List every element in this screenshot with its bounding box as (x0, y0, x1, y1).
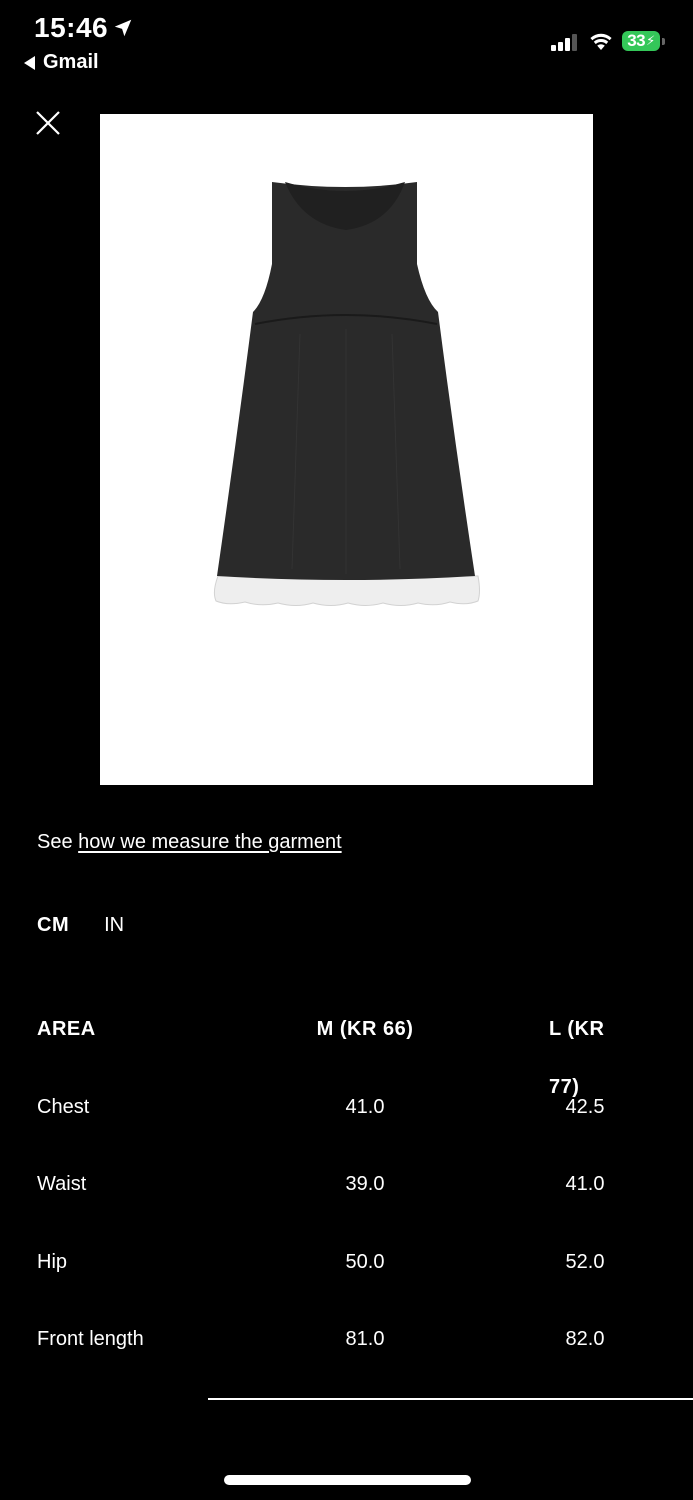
size-l-value: 52.0 (565, 1250, 605, 1273)
location-arrow-icon (114, 19, 132, 37)
size-m-value: 39.0 (345, 1173, 385, 1195)
wifi-icon (590, 33, 612, 50)
battery-indicator: 33 ⚡ (622, 31, 665, 51)
header-size-m: M (KR 66) (316, 1018, 414, 1040)
status-time: 15:46 (34, 12, 134, 44)
table-row: Hip 50.0 52.0 (37, 1233, 657, 1311)
measure-prefix: See (37, 831, 79, 853)
area-label: Front length (37, 1328, 144, 1350)
charging-bolt-icon: ⚡ (646, 33, 655, 48)
back-triangle-icon (24, 55, 35, 70)
size-m-value: 81.0 (345, 1328, 385, 1350)
scroll-divider (208, 1398, 693, 1400)
close-button[interactable] (34, 109, 62, 137)
area-label: Hip (37, 1250, 68, 1273)
product-image (100, 114, 593, 785)
close-icon (36, 111, 60, 135)
dress-icon (213, 182, 480, 606)
size-l-value: 42.5 (565, 1095, 605, 1118)
area-label: Waist (37, 1173, 87, 1195)
home-indicator[interactable] (224, 1475, 471, 1485)
back-to-gmail-button[interactable]: Gmail (24, 51, 99, 74)
table-row: Front length 81.0 82.0 (37, 1310, 657, 1388)
status-indicators: 33 ⚡ (551, 31, 665, 51)
unit-toggle: CM IN (37, 914, 124, 937)
header-area: AREA (37, 1018, 96, 1040)
unit-cm-tab[interactable]: CM (37, 914, 69, 937)
size-l-value: 82.0 (565, 1328, 605, 1350)
table-row: Chest 41.0 42.5 (37, 1078, 657, 1156)
how-we-measure-link[interactable]: how we measure the garment (78, 831, 341, 853)
size-table: AREA M (KR 66) L (KR 77) Chest 41.0 42.5… (37, 1000, 657, 1388)
table-header-row: AREA M (KR 66) L (KR 77) (37, 1000, 657, 1098)
table-row: Waist 39.0 41.0 (37, 1155, 657, 1233)
time-label: 15:46 (34, 12, 109, 43)
cellular-signal-icon (551, 31, 579, 51)
size-m-value: 50.0 (345, 1250, 385, 1273)
battery-level: 33 (627, 31, 646, 50)
measure-info: See how we measure the garment (37, 831, 342, 854)
size-m-value: 41.0 (345, 1095, 385, 1118)
unit-in-tab[interactable]: IN (104, 914, 124, 937)
area-label: Chest (37, 1095, 90, 1118)
back-app-label: Gmail (43, 51, 99, 73)
size-l-value: 41.0 (565, 1173, 605, 1195)
